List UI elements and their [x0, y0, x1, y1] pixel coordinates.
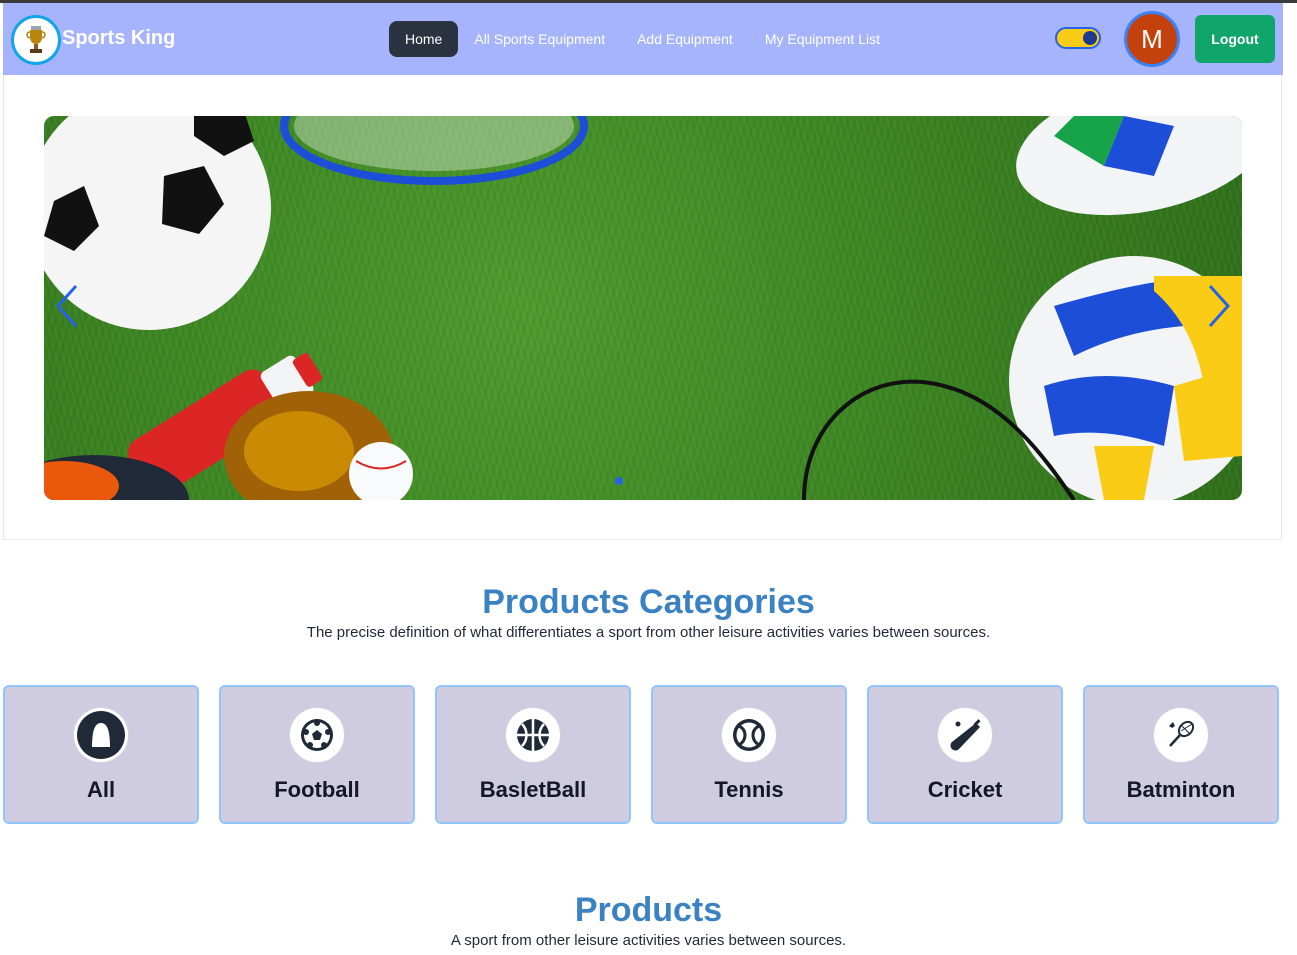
category-label: Football — [274, 777, 360, 802]
toggle-knob — [1083, 31, 1097, 45]
products-title: Products — [574, 891, 723, 929]
hero-carousel — [44, 116, 1242, 500]
nav-add-equipment[interactable]: Add Equipment — [621, 21, 749, 57]
theme-toggle[interactable] — [1055, 27, 1101, 49]
all-icon — [73, 707, 129, 763]
brand-logo[interactable] — [11, 15, 61, 65]
badminton-racket-icon — [1153, 707, 1209, 763]
carousel-indicator[interactable] — [615, 477, 623, 485]
nav-home[interactable]: Home — [389, 21, 459, 57]
category-list: All Football BasletBall Tennis Cricket B… — [3, 685, 1279, 824]
sports-equipment-image — [44, 116, 1242, 500]
category-card-basketball[interactable]: BasletBall — [435, 685, 631, 824]
tennis-ball-icon — [721, 707, 777, 763]
category-label: BasletBall — [479, 777, 587, 802]
category-card-all[interactable]: All — [3, 685, 199, 824]
football-icon — [289, 707, 345, 763]
carousel-prev-button[interactable] — [54, 284, 80, 328]
trophy-icon — [26, 26, 46, 53]
categories-subtitle: The precise definition of what different… — [306, 624, 991, 641]
categories-title: Products Categories — [482, 583, 815, 621]
products-subtitle: A sport from other leisure activities va… — [450, 932, 847, 949]
category-card-cricket[interactable]: Cricket — [867, 685, 1063, 824]
nav-all-equipment[interactable]: All Sports Equipment — [458, 21, 621, 57]
user-avatar[interactable]: M — [1124, 11, 1180, 67]
category-card-football[interactable]: Football — [219, 685, 415, 824]
logout-button[interactable]: Logout — [1195, 15, 1275, 63]
cricket-bat-icon — [937, 707, 993, 763]
category-card-badminton[interactable]: Batminton — [1083, 685, 1279, 824]
category-label: Cricket — [927, 777, 1003, 802]
nav-my-equipment-list[interactable]: My Equipment List — [749, 21, 896, 57]
basketball-icon — [505, 707, 561, 763]
category-label: Batminton — [1126, 777, 1236, 802]
carousel-next-button[interactable] — [1206, 284, 1232, 328]
category-label: Tennis — [714, 777, 784, 802]
category-label: All — [86, 777, 116, 802]
nav-links: Home All Sports Equipment Add Equipment … — [389, 21, 896, 57]
category-card-tennis[interactable]: Tennis — [651, 685, 847, 824]
navbar: Sports King Home All Sports Equipment Ad… — [3, 3, 1283, 75]
brand-name[interactable]: Sports King — [62, 27, 175, 50]
